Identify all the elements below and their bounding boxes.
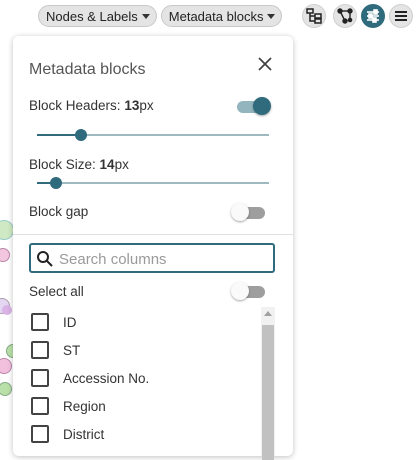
block-gap-label: Block gap bbox=[29, 204, 89, 219]
tree-node bbox=[0, 220, 14, 240]
block-size-value: 14 bbox=[99, 157, 115, 172]
network-icon[interactable] bbox=[333, 4, 357, 28]
block-headers-toggle[interactable] bbox=[235, 97, 271, 115]
column-label: ST bbox=[63, 342, 81, 358]
list-item[interactable]: District bbox=[29, 424, 104, 444]
chevron-down-icon bbox=[267, 13, 276, 19]
column-list-scrollbar[interactable] bbox=[261, 307, 275, 460]
checkbox[interactable] bbox=[31, 425, 49, 443]
tree-node bbox=[0, 248, 10, 262]
block-headers-unit: px bbox=[139, 98, 154, 113]
chevron-down-icon bbox=[141, 13, 150, 19]
slider-thumb[interactable] bbox=[75, 129, 88, 141]
select-all-toggle[interactable] bbox=[231, 282, 267, 300]
search-columns-field[interactable] bbox=[29, 243, 275, 273]
block-size-label: Block Size: 14px bbox=[29, 157, 129, 172]
column-label: District bbox=[63, 426, 105, 442]
close-icon[interactable] bbox=[257, 56, 273, 72]
block-gap-toggle[interactable] bbox=[231, 203, 267, 221]
menu-icon[interactable] bbox=[389, 4, 413, 28]
block-headers-value: 13 bbox=[124, 98, 140, 113]
block-size-unit: px bbox=[114, 157, 129, 172]
metadata-blocks-panel: Metadata blocks Block Headers: 13px Bloc… bbox=[13, 36, 293, 460]
tree-node bbox=[2, 305, 12, 315]
search-input[interactable] bbox=[57, 247, 271, 271]
search-icon bbox=[37, 251, 53, 267]
top-toolbar: Nodes & Labels Metadata blocks bbox=[38, 4, 286, 28]
scroll-up-arrow-icon[interactable] bbox=[264, 311, 272, 316]
block-size-slider[interactable] bbox=[37, 176, 269, 190]
checkbox[interactable] bbox=[31, 313, 49, 331]
column-label: ID bbox=[63, 314, 77, 330]
hierarchy-icon[interactable] bbox=[302, 4, 326, 28]
panel-title: Metadata blocks bbox=[29, 61, 146, 78]
checkbox[interactable] bbox=[31, 341, 49, 359]
metadata-blocks-dropdown[interactable]: Metadata blocks bbox=[160, 5, 283, 27]
block-headers-slider[interactable] bbox=[37, 128, 269, 142]
block-headers-label: Block Headers: 13px bbox=[29, 98, 154, 113]
select-all-label: Select all bbox=[29, 284, 84, 299]
list-item[interactable]: ID bbox=[29, 312, 77, 332]
column-label: Accession No. bbox=[63, 370, 150, 386]
scrollbar-thumb[interactable] bbox=[262, 325, 274, 460]
list-item[interactable]: Region bbox=[29, 396, 106, 416]
checkbox[interactable] bbox=[31, 397, 49, 415]
sliders-icon[interactable] bbox=[361, 4, 385, 28]
divider bbox=[13, 234, 293, 235]
tree-node bbox=[0, 382, 12, 396]
slider-thumb[interactable] bbox=[49, 177, 62, 189]
list-item[interactable]: Accession No. bbox=[29, 368, 149, 388]
list-item[interactable]: ST bbox=[29, 340, 80, 360]
nodes-labels-dropdown[interactable]: Nodes & Labels bbox=[38, 5, 157, 27]
tree-node bbox=[0, 358, 12, 374]
nodes-labels-label: Nodes & Labels bbox=[46, 8, 138, 24]
column-label: Region bbox=[63, 398, 106, 414]
metadata-blocks-label: Metadata blocks bbox=[168, 8, 264, 24]
checkbox[interactable] bbox=[31, 369, 49, 387]
